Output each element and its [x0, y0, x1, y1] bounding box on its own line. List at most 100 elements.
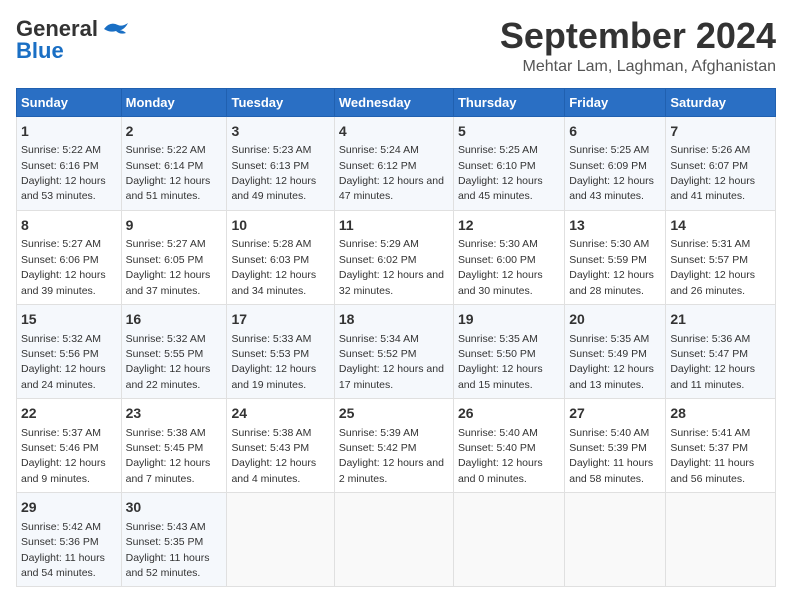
calendar-cell: 15 Sunrise: 5:32 AM Sunset: 5:56 PM Dayl…	[17, 304, 122, 398]
day-number: 10	[231, 216, 329, 236]
daylight-info: Daylight: 12 hours and 9 minutes.	[21, 457, 106, 484]
calendar-cell: 10 Sunrise: 5:28 AM Sunset: 6:03 PM Dayl…	[227, 210, 334, 304]
day-number: 12	[458, 216, 560, 236]
daylight-info: Daylight: 12 hours and 4 minutes.	[231, 457, 316, 484]
sunset-info: Sunset: 5:49 PM	[569, 348, 647, 360]
calendar-cell: 20 Sunrise: 5:35 AM Sunset: 5:49 PM Dayl…	[565, 304, 666, 398]
sunrise-info: Sunrise: 5:38 AM	[231, 427, 311, 439]
sunrise-info: Sunrise: 5:39 AM	[339, 427, 419, 439]
day-number: 24	[231, 404, 329, 424]
sunrise-info: Sunrise: 5:31 AM	[670, 238, 750, 250]
sunrise-info: Sunrise: 5:30 AM	[569, 238, 649, 250]
day-number: 17	[231, 310, 329, 330]
sunset-info: Sunset: 6:05 PM	[126, 254, 204, 266]
day-number: 23	[126, 404, 223, 424]
logo: General Blue	[16, 16, 132, 64]
column-header-monday: Monday	[121, 88, 227, 116]
daylight-info: Daylight: 11 hours and 52 minutes.	[126, 552, 210, 579]
day-number: 9	[126, 216, 223, 236]
daylight-info: Daylight: 12 hours and 19 minutes.	[231, 363, 316, 390]
daylight-info: Daylight: 12 hours and 34 minutes.	[231, 269, 316, 296]
calendar-week-row: 1 Sunrise: 5:22 AM Sunset: 6:16 PM Dayli…	[17, 116, 776, 210]
daylight-info: Daylight: 12 hours and 39 minutes.	[21, 269, 106, 296]
calendar-table: SundayMondayTuesdayWednesdayThursdayFrid…	[16, 88, 776, 588]
calendar-cell: 21 Sunrise: 5:36 AM Sunset: 5:47 PM Dayl…	[666, 304, 776, 398]
sunrise-info: Sunrise: 5:40 AM	[458, 427, 538, 439]
sunset-info: Sunset: 5:53 PM	[231, 348, 309, 360]
calendar-week-row: 8 Sunrise: 5:27 AM Sunset: 6:06 PM Dayli…	[17, 210, 776, 304]
sunset-info: Sunset: 5:46 PM	[21, 442, 99, 454]
sunset-info: Sunset: 6:13 PM	[231, 160, 309, 172]
sunrise-info: Sunrise: 5:35 AM	[569, 333, 649, 345]
sunset-info: Sunset: 6:02 PM	[339, 254, 417, 266]
daylight-info: Daylight: 11 hours and 54 minutes.	[21, 552, 105, 579]
day-number: 2	[126, 122, 223, 142]
daylight-info: Daylight: 12 hours and 24 minutes.	[21, 363, 106, 390]
sunrise-info: Sunrise: 5:43 AM	[126, 521, 206, 533]
sunset-info: Sunset: 5:36 PM	[21, 536, 99, 548]
daylight-info: Daylight: 12 hours and 30 minutes.	[458, 269, 543, 296]
day-number: 20	[569, 310, 661, 330]
day-number: 19	[458, 310, 560, 330]
sunset-info: Sunset: 5:52 PM	[339, 348, 417, 360]
calendar-cell: 7 Sunrise: 5:26 AM Sunset: 6:07 PM Dayli…	[666, 116, 776, 210]
daylight-info: Daylight: 11 hours and 58 minutes.	[569, 457, 653, 484]
calendar-cell: 22 Sunrise: 5:37 AM Sunset: 5:46 PM Dayl…	[17, 399, 122, 493]
sunset-info: Sunset: 5:50 PM	[458, 348, 536, 360]
sunrise-info: Sunrise: 5:37 AM	[21, 427, 101, 439]
page-header: General Blue September 2024 Mehtar Lam, …	[16, 16, 776, 76]
calendar-cell: 1 Sunrise: 5:22 AM Sunset: 6:16 PM Dayli…	[17, 116, 122, 210]
daylight-info: Daylight: 12 hours and 43 minutes.	[569, 175, 654, 202]
day-number: 15	[21, 310, 117, 330]
daylight-info: Daylight: 12 hours and 0 minutes.	[458, 457, 543, 484]
day-number: 18	[339, 310, 449, 330]
sunrise-info: Sunrise: 5:32 AM	[126, 333, 206, 345]
calendar-header-row: SundayMondayTuesdayWednesdayThursdayFrid…	[17, 88, 776, 116]
sunrise-info: Sunrise: 5:30 AM	[458, 238, 538, 250]
sunset-info: Sunset: 5:57 PM	[670, 254, 748, 266]
day-number: 16	[126, 310, 223, 330]
sunset-info: Sunset: 6:06 PM	[21, 254, 99, 266]
logo-blue: Blue	[16, 38, 64, 64]
sunrise-info: Sunrise: 5:25 AM	[569, 144, 649, 156]
daylight-info: Daylight: 12 hours and 11 minutes.	[670, 363, 755, 390]
title-section: September 2024 Mehtar Lam, Laghman, Afgh…	[500, 16, 776, 76]
sunrise-info: Sunrise: 5:35 AM	[458, 333, 538, 345]
calendar-cell: 16 Sunrise: 5:32 AM Sunset: 5:55 PM Dayl…	[121, 304, 227, 398]
calendar-cell: 6 Sunrise: 5:25 AM Sunset: 6:09 PM Dayli…	[565, 116, 666, 210]
sunset-info: Sunset: 5:37 PM	[670, 442, 748, 454]
day-number: 25	[339, 404, 449, 424]
column-header-wednesday: Wednesday	[334, 88, 453, 116]
sunrise-info: Sunrise: 5:24 AM	[339, 144, 419, 156]
day-number: 11	[339, 216, 449, 236]
calendar-cell: 11 Sunrise: 5:29 AM Sunset: 6:02 PM Dayl…	[334, 210, 453, 304]
daylight-info: Daylight: 12 hours and 22 minutes.	[126, 363, 211, 390]
sunset-info: Sunset: 5:59 PM	[569, 254, 647, 266]
daylight-info: Daylight: 11 hours and 56 minutes.	[670, 457, 754, 484]
daylight-info: Daylight: 12 hours and 41 minutes.	[670, 175, 755, 202]
day-number: 28	[670, 404, 771, 424]
calendar-cell: 30 Sunrise: 5:43 AM Sunset: 5:35 PM Dayl…	[121, 493, 227, 587]
sunrise-info: Sunrise: 5:41 AM	[670, 427, 750, 439]
sunrise-info: Sunrise: 5:32 AM	[21, 333, 101, 345]
daylight-info: Daylight: 12 hours and 2 minutes.	[339, 457, 444, 484]
calendar-cell: 2 Sunrise: 5:22 AM Sunset: 6:14 PM Dayli…	[121, 116, 227, 210]
day-number: 26	[458, 404, 560, 424]
sunset-info: Sunset: 6:03 PM	[231, 254, 309, 266]
sunset-info: Sunset: 6:12 PM	[339, 160, 417, 172]
sunrise-info: Sunrise: 5:26 AM	[670, 144, 750, 156]
column-header-saturday: Saturday	[666, 88, 776, 116]
day-number: 5	[458, 122, 560, 142]
calendar-cell: 27 Sunrise: 5:40 AM Sunset: 5:39 PM Dayl…	[565, 399, 666, 493]
daylight-info: Daylight: 12 hours and 45 minutes.	[458, 175, 543, 202]
calendar-cell: 13 Sunrise: 5:30 AM Sunset: 5:59 PM Dayl…	[565, 210, 666, 304]
calendar-cell: 14 Sunrise: 5:31 AM Sunset: 5:57 PM Dayl…	[666, 210, 776, 304]
sunrise-info: Sunrise: 5:25 AM	[458, 144, 538, 156]
column-header-thursday: Thursday	[453, 88, 564, 116]
sunrise-info: Sunrise: 5:23 AM	[231, 144, 311, 156]
daylight-info: Daylight: 12 hours and 51 minutes.	[126, 175, 211, 202]
day-number: 1	[21, 122, 117, 142]
calendar-cell: 25 Sunrise: 5:39 AM Sunset: 5:42 PM Dayl…	[334, 399, 453, 493]
day-number: 27	[569, 404, 661, 424]
sunset-info: Sunset: 6:00 PM	[458, 254, 536, 266]
